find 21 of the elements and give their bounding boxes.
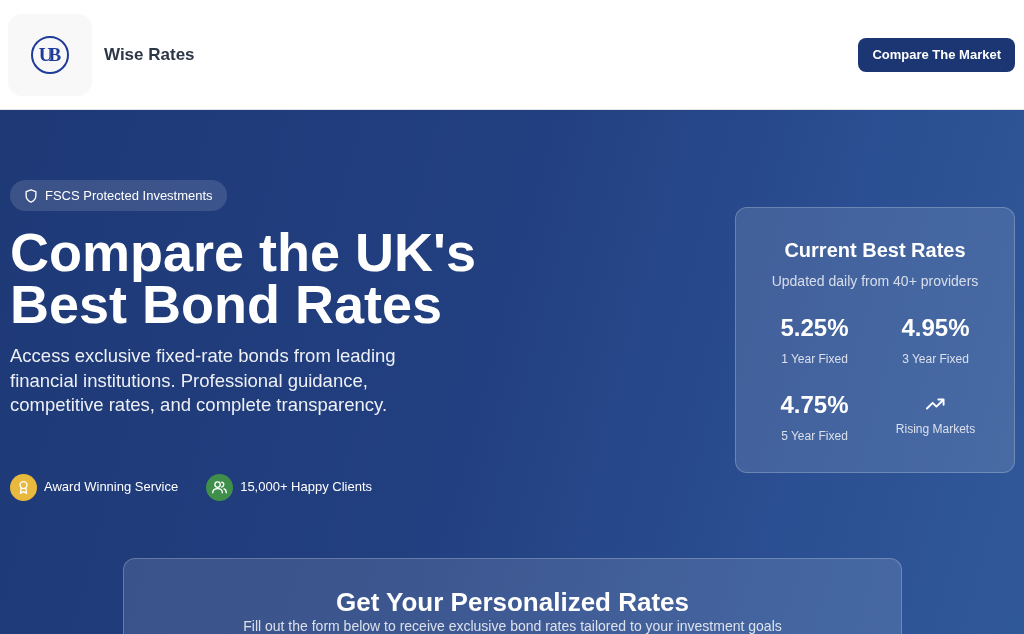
form-card-subtitle: Fill out the form below to receive exclusive bond rates tailored to your investment goals bbox=[242, 617, 783, 634]
badge-label: FSCS Protected Investments bbox=[45, 186, 213, 205]
trend-up-icon bbox=[926, 397, 945, 410]
hero-heading: Compare the UK's Best Bond Rates bbox=[10, 226, 477, 330]
rate-term-label: 1 Year Fixed bbox=[781, 351, 848, 367]
compare-market-button[interactable]: Compare The Market bbox=[858, 37, 1015, 72]
rate-value: 4.75% bbox=[780, 390, 849, 420]
rate-term-label: 5 Year Fixed bbox=[781, 428, 848, 444]
rate-term-label: 3 Year Fixed bbox=[902, 351, 969, 367]
feature-label: 15,000+ Happy Clients bbox=[240, 478, 373, 497]
form-card-title: Get Your Personalized Rates bbox=[334, 587, 690, 616]
trend-label: Rising Markets bbox=[895, 420, 976, 437]
rates-card-title: Current Best Rates bbox=[783, 238, 967, 262]
rate-value: 5.25% bbox=[780, 313, 849, 343]
feature-label: Award Winning Service bbox=[44, 478, 179, 497]
rates-card-subtitle: Updated daily from 40+ providers bbox=[770, 272, 980, 291]
shield-icon bbox=[25, 188, 37, 203]
brand-name: Wise Rates bbox=[104, 43, 195, 66]
rate-value: 4.95% bbox=[901, 313, 970, 343]
logo-monogram: UB bbox=[31, 35, 69, 74]
hero-description: Access exclusive fixed-rate bonds from leading financial institutions. Professional guidance, competitive rates, and complete transparency. bbox=[10, 344, 397, 417]
